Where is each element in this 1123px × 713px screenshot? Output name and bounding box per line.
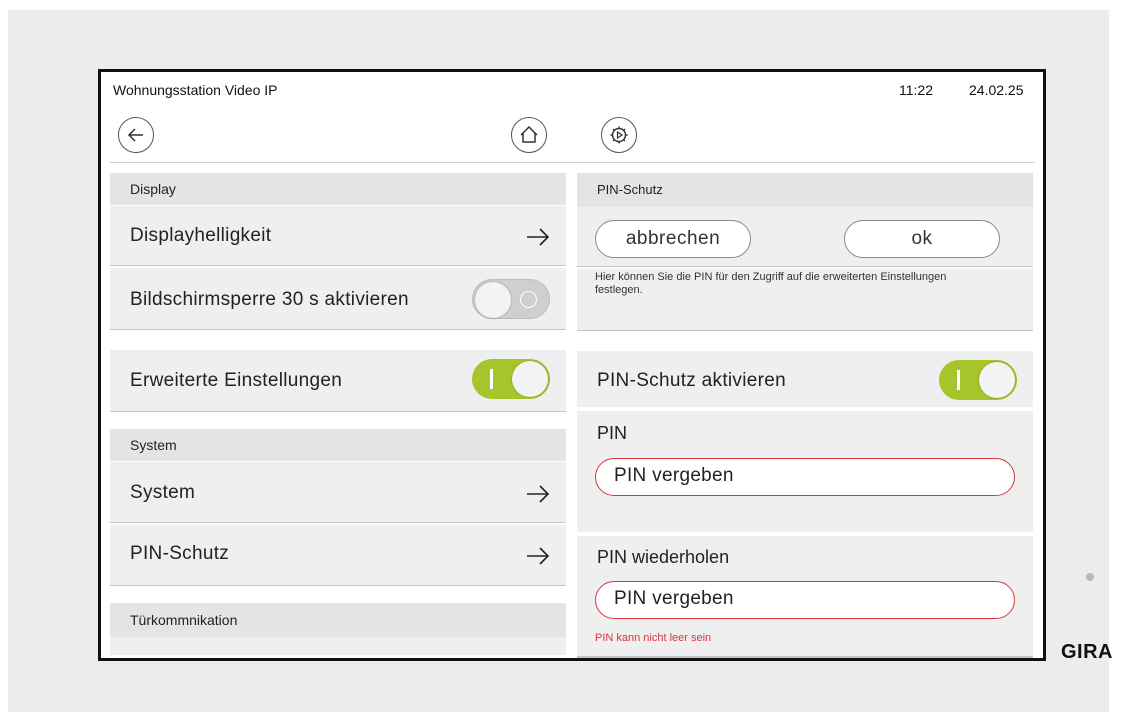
- home-icon: [520, 125, 538, 143]
- ok-button[interactable]: ok: [844, 220, 1000, 258]
- cancel-button[interactable]: abbrechen: [595, 220, 751, 258]
- toggle-knob: [475, 282, 511, 318]
- pin-activate-row: PIN-Schutz aktivieren: [577, 351, 1033, 409]
- lock-toggle[interactable]: [472, 279, 550, 319]
- arrow-right-icon: [527, 228, 550, 246]
- action-bar: abbrechen ok: [577, 207, 1033, 267]
- navigation-bar: [110, 108, 1035, 163]
- menu-item-label: Bildschirmsperre 30 s aktivieren: [130, 289, 409, 310]
- pin-repeat-group: PIN wiederholen PIN vergeben PIN kann ni…: [577, 536, 1033, 658]
- touch-screen: Wohnungsstation Video IP 11:22 24.02.25 …: [98, 69, 1046, 661]
- advanced-settings-toggle[interactable]: [472, 359, 550, 399]
- settings-button[interactable]: [601, 117, 637, 153]
- pin-repeat-input[interactable]: PIN vergeben: [595, 581, 1015, 619]
- clock-time: 11:22: [899, 82, 933, 98]
- status-led: [1086, 573, 1094, 581]
- brand-logo: GIRA: [1061, 641, 1113, 663]
- menu-item-pin-schutz[interactable]: PIN-Schutz: [110, 525, 566, 586]
- menu-item-displayhelligkeit[interactable]: Displayhelligkeit: [110, 206, 566, 266]
- menu-item-bildschirmsperre: Bildschirmsperre 30 s aktivieren: [110, 268, 566, 330]
- pin-input[interactable]: PIN vergeben: [595, 458, 1015, 496]
- arrow-right-icon: [527, 547, 550, 565]
- menu-item-label: System: [130, 482, 196, 503]
- error-message: PIN kann nicht leer sein: [595, 632, 712, 644]
- settings-menu-panel: Display Displayhelligkeit Bildschirmsper…: [110, 173, 566, 658]
- info-box: Hier können Sie die PIN für den Zugriff …: [577, 269, 1033, 331]
- section-header-pin-schutz: PIN-Schutz: [577, 173, 1033, 207]
- pin-repeat-label: PIN wiederholen: [597, 547, 730, 567]
- clock-date: 24.02.25: [969, 82, 1024, 98]
- pin-protection-panel: PIN-Schutz abbrechen ok Hier können Sie …: [577, 173, 1033, 658]
- toggle-knob: [979, 362, 1015, 398]
- device-title: Wohnungsstation Video IP: [113, 82, 278, 98]
- pin-field-group: PIN PIN vergeben: [577, 411, 1033, 534]
- toggle-knob: [512, 361, 548, 397]
- home-button[interactable]: [511, 117, 547, 153]
- list-item-partial: [110, 637, 566, 655]
- pin-label: PIN: [597, 423, 628, 443]
- menu-item-label: PIN-Schutz: [130, 543, 230, 564]
- toggle-on-mark: [490, 369, 493, 389]
- arrow-left-icon: [127, 128, 143, 142]
- gear-play-icon: [610, 126, 628, 144]
- status-bar: Wohnungsstation Video IP 11:22 24.02.25: [101, 72, 1043, 108]
- section-header-display: Display: [110, 173, 566, 205]
- section-header-system: System: [110, 429, 566, 461]
- toggle-off-mark: [520, 291, 537, 308]
- pin-protection-toggle[interactable]: [939, 360, 1017, 400]
- menu-item-system[interactable]: System: [110, 462, 566, 523]
- section-header-tuerkommunikation: Türkommnikation: [110, 603, 566, 637]
- back-button[interactable]: [118, 117, 154, 153]
- menu-item-label: Erweiterte Einstellungen: [130, 370, 343, 391]
- info-text: Hier können Sie die PIN für den Zugriff …: [595, 271, 947, 296]
- toggle-on-mark: [957, 370, 960, 390]
- menu-item-label: Displayhelligkeit: [130, 225, 272, 246]
- pin-activate-label: PIN-Schutz aktivieren: [597, 370, 786, 391]
- menu-item-erweiterte-einstellungen: Erweiterte Einstellungen: [110, 350, 566, 412]
- arrow-right-icon: [527, 485, 550, 503]
